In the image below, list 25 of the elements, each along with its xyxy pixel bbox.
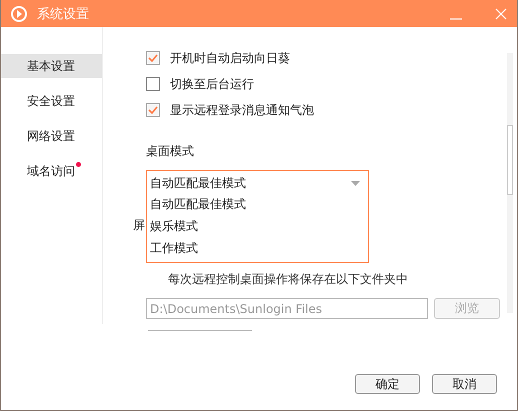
checkbox-label: 开机时自动启动向日葵 <box>170 50 290 66</box>
checkbox-label: 显示远程登录消息通知气泡 <box>170 102 314 118</box>
checkbox-label: 切换至后台运行 <box>170 76 254 92</box>
dropdown-option[interactable]: 自动匹配最佳模式 <box>147 193 368 215</box>
dropdown-value: 自动匹配最佳模式 <box>150 174 246 192</box>
dropdown[interactable]: 自动匹配最佳模式 自动匹配最佳模式 娱乐模式 工作模式 <box>146 170 369 263</box>
checkbox[interactable] <box>146 103 160 117</box>
section-heading: 桌面模式 <box>146 143 195 160</box>
sidebar-item[interactable]: 域名访问 <box>1 159 102 183</box>
sidebar-item[interactable]: 网络设置 <box>1 124 102 148</box>
field-label: 屏 <box>133 218 145 232</box>
window-title: 系统设置 <box>37 6 90 22</box>
checkbox[interactable] <box>146 51 160 65</box>
dropdown-option[interactable]: 娱乐模式 <box>147 215 368 237</box>
scrollbar-thumb[interactable] <box>507 125 513 195</box>
sidebar-item[interactable]: 基本设置 <box>1 54 102 78</box>
dropdown-option[interactable]: 工作模式 <box>147 237 368 259</box>
hint-text: 每次远程控制桌面操作将保存在以下文件夹中 <box>168 271 409 288</box>
dialog-button[interactable]: 确定 <box>355 374 420 394</box>
dialog-button[interactable]: 取消 <box>432 374 497 394</box>
close-icon[interactable] <box>495 8 507 20</box>
caret-icon <box>351 180 360 186</box>
checkbox[interactable] <box>146 77 160 91</box>
sidebar-item[interactable]: 安全设置 <box>1 89 102 113</box>
logo-icon <box>11 6 27 22</box>
